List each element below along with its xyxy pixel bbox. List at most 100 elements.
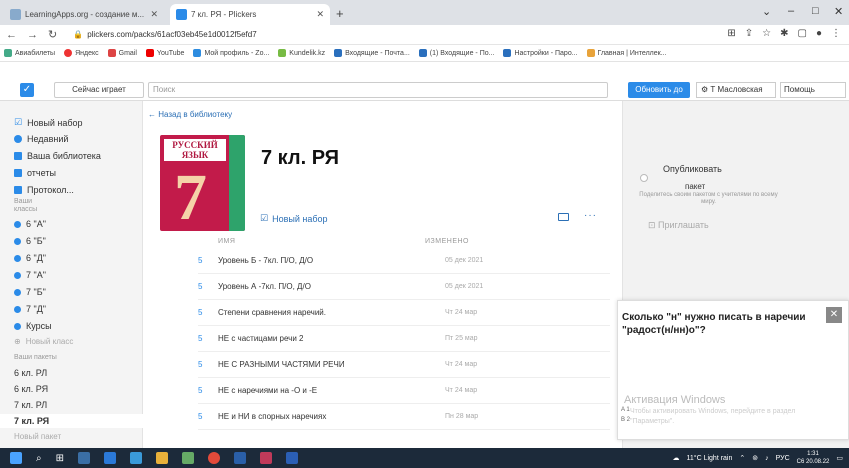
table-row[interactable]: 5 Уровень Б - 7кл. П/О, Д/О 05 дек 2021 bbox=[198, 248, 610, 274]
bookmark-item[interactable]: Авиабилеты bbox=[4, 49, 55, 57]
file-explorer-icon[interactable] bbox=[156, 452, 168, 464]
sidebar-new-set[interactable]: ☑ Новый набор bbox=[14, 117, 83, 128]
tab-search-icon[interactable]: ⌄ bbox=[762, 5, 771, 18]
class-item[interactable]: 6 "Б" bbox=[14, 236, 46, 246]
bookmark-item[interactable]: Gmail bbox=[107, 49, 137, 57]
sidebar-item-reports[interactable]: отчеты bbox=[14, 168, 56, 178]
extensions-icon[interactable]: ✱ bbox=[780, 28, 788, 39]
bookmark-item[interactable]: Kundelik.kz bbox=[278, 49, 325, 57]
set-name: НЕ С РАЗНЫМИ ЧАСТЯМИ РЕЧИ bbox=[218, 360, 345, 369]
mail-icon[interactable] bbox=[104, 452, 116, 464]
bookmark-item[interactable]: Мой профиль - Zo... bbox=[193, 49, 269, 57]
folder-icon[interactable] bbox=[558, 213, 569, 221]
volume-icon[interactable]: ♪ bbox=[765, 455, 769, 462]
table-row[interactable]: 5 НЕ С РАЗНЫМИ ЧАСТЯМИ РЕЧИ Чт 24 мар bbox=[198, 352, 610, 378]
close-tab-icon[interactable]: ✕ bbox=[316, 9, 324, 20]
set-name: Степени сравнения наречий. bbox=[218, 308, 326, 317]
pack-item[interactable]: 6 кл. РЛ bbox=[14, 368, 47, 378]
class-dot-icon bbox=[14, 254, 21, 262]
reload-icon[interactable]: ↻ bbox=[48, 28, 57, 41]
plickers-logo-icon[interactable]: ✓ bbox=[20, 83, 34, 97]
share-icon[interactable]: ⇪ bbox=[745, 28, 753, 39]
table-row[interactable]: 5 НЕ и НИ в спорных наречиях Пн 28 мар bbox=[198, 404, 610, 430]
mail-icon bbox=[418, 49, 427, 57]
tray-up-icon[interactable]: ⌃ bbox=[739, 454, 745, 462]
close-window-icon[interactable]: ✕ bbox=[834, 5, 843, 18]
class-item[interactable]: Курсы bbox=[14, 321, 52, 331]
store-icon[interactable] bbox=[130, 452, 142, 464]
class-item[interactable]: 7 "А" bbox=[14, 270, 46, 280]
bookmark-item[interactable]: Главная | Интеллек... bbox=[586, 49, 667, 57]
publish-toggle[interactable] bbox=[640, 174, 648, 182]
bookmark-item[interactable]: (1) Входящие - По... bbox=[418, 49, 494, 57]
class-item[interactable]: 6 "А" bbox=[14, 219, 46, 229]
star-icon[interactable]: ☆ bbox=[762, 28, 771, 39]
bookmark-item[interactable]: YouTube bbox=[145, 49, 184, 57]
language-indicator[interactable]: РУС bbox=[776, 455, 790, 462]
sidebar-label: Недавний bbox=[27, 134, 69, 144]
system-tray: ☁ 11°C Light rain ⌃ ⊚ ♪ РУС 1:31 C6 20.0… bbox=[673, 450, 843, 466]
tab-learningapps[interactable]: LearningApps.org - создание м... ✕ bbox=[4, 4, 164, 25]
new-class-button[interactable]: ⊕ Новый класс bbox=[14, 337, 73, 346]
invite-button[interactable]: ⊡ Приглашать bbox=[648, 220, 709, 231]
class-item[interactable]: 7 "Д" bbox=[14, 304, 46, 314]
help-button[interactable]: Помощь bbox=[780, 82, 846, 98]
class-item[interactable]: 6 "Д" bbox=[14, 253, 46, 263]
notifications-icon[interactable]: ▭ bbox=[836, 454, 843, 462]
new-pack-button[interactable]: Новый пакет bbox=[14, 432, 61, 441]
pack-item[interactable]: 6 кл. РЯ bbox=[14, 384, 48, 394]
maximize-icon[interactable]: □ bbox=[812, 5, 819, 17]
pack-item-selected[interactable]: 7 кл. РЯ bbox=[0, 414, 143, 428]
new-tab-icon[interactable]: + bbox=[336, 6, 344, 21]
bookmark-item[interactable]: Входящие - Почта... bbox=[334, 49, 410, 57]
close-tab-icon[interactable]: ✕ bbox=[150, 9, 158, 20]
more-options-icon[interactable]: ··· bbox=[584, 210, 597, 221]
column-header-name[interactable]: ИМЯ bbox=[218, 238, 235, 245]
network-icon[interactable]: ⊚ bbox=[752, 454, 758, 462]
word-icon[interactable] bbox=[286, 452, 298, 464]
zoom-icon bbox=[193, 49, 202, 57]
minimize-icon[interactable]: – bbox=[788, 5, 794, 17]
pack-item[interactable]: 7 кл. РЛ bbox=[14, 400, 47, 410]
user-menu-button[interactable]: ⚙ Т Масловская bbox=[696, 82, 776, 98]
table-row[interactable]: 5 Уровень А -7кл. П/О, Д/О 05 дек 2021 bbox=[198, 274, 610, 300]
weather-text[interactable]: 11°C Light rain bbox=[687, 455, 733, 462]
taskbar-app-icon[interactable] bbox=[260, 452, 272, 464]
taskbar-app-icon[interactable] bbox=[78, 452, 90, 464]
search-input[interactable]: Поиск bbox=[148, 82, 608, 98]
windows-start-icon[interactable] bbox=[10, 452, 22, 464]
close-icon[interactable]: ✕ bbox=[826, 307, 842, 323]
answer-option-a[interactable]: A 1 bbox=[621, 407, 630, 413]
chrome-icon[interactable] bbox=[208, 452, 220, 464]
translate-icon[interactable]: ⊞ bbox=[727, 28, 735, 39]
sidebar-item-recent[interactable]: Недавний bbox=[14, 134, 68, 144]
answer-option-b[interactable]: B 2 bbox=[621, 417, 630, 423]
url-field[interactable]: 🔒 plickers.com/packs/61acf03eb45e1d0012f5… bbox=[73, 30, 256, 39]
taskbar-app-icon[interactable] bbox=[182, 452, 194, 464]
set-date: Чт 24 мар bbox=[445, 309, 478, 316]
profile-avatar-icon[interactable]: ● bbox=[816, 28, 822, 39]
sidebar-icon[interactable]: ▢ bbox=[798, 28, 807, 39]
back-arrow-icon[interactable]: ← bbox=[6, 29, 17, 41]
taskbar-app-icon[interactable] bbox=[234, 452, 246, 464]
column-header-changed[interactable]: ИЗМЕНЕНО bbox=[425, 238, 469, 245]
bookmark-item[interactable]: Настройки - Паро... bbox=[503, 49, 578, 57]
sidebar-item-protocol[interactable]: Протокол... bbox=[14, 185, 74, 195]
menu-icon[interactable]: ⋮ bbox=[831, 28, 841, 39]
upgrade-button[interactable]: Обновить до Про bbox=[628, 82, 690, 110]
back-to-library-link[interactable]: ← Назад в библиотеку bbox=[148, 110, 232, 119]
table-row[interactable]: 5 НЕ с наречиями на -О и -Е Чт 24 мар bbox=[198, 378, 610, 404]
sidebar-item-library[interactable]: Ваша библиотека bbox=[14, 151, 101, 161]
now-playing-button[interactable]: Сейчас играет bbox=[54, 82, 144, 98]
clock[interactable]: 1:31 C6 20.08.22 bbox=[797, 450, 830, 466]
bookmark-item[interactable]: Яндекс bbox=[64, 49, 99, 57]
forward-arrow-icon[interactable]: → bbox=[27, 29, 38, 41]
search-icon[interactable]: ⌕ bbox=[36, 453, 42, 464]
table-row[interactable]: 5 НЕ с частицами речи 2 Пт 25 мар bbox=[198, 326, 610, 352]
table-row[interactable]: 5 Степени сравнения наречий. Чт 24 мар bbox=[198, 300, 610, 326]
class-item[interactable]: 7 "Б" bbox=[14, 287, 46, 297]
question-count: 5 bbox=[198, 334, 203, 343]
tab-plickers[interactable]: 7 кл. РЯ - Plickers ✕ bbox=[170, 4, 330, 25]
new-set-button[interactable]: ☑ Новый набор bbox=[260, 213, 328, 224]
task-view-icon[interactable]: ⊞ bbox=[56, 453, 64, 464]
